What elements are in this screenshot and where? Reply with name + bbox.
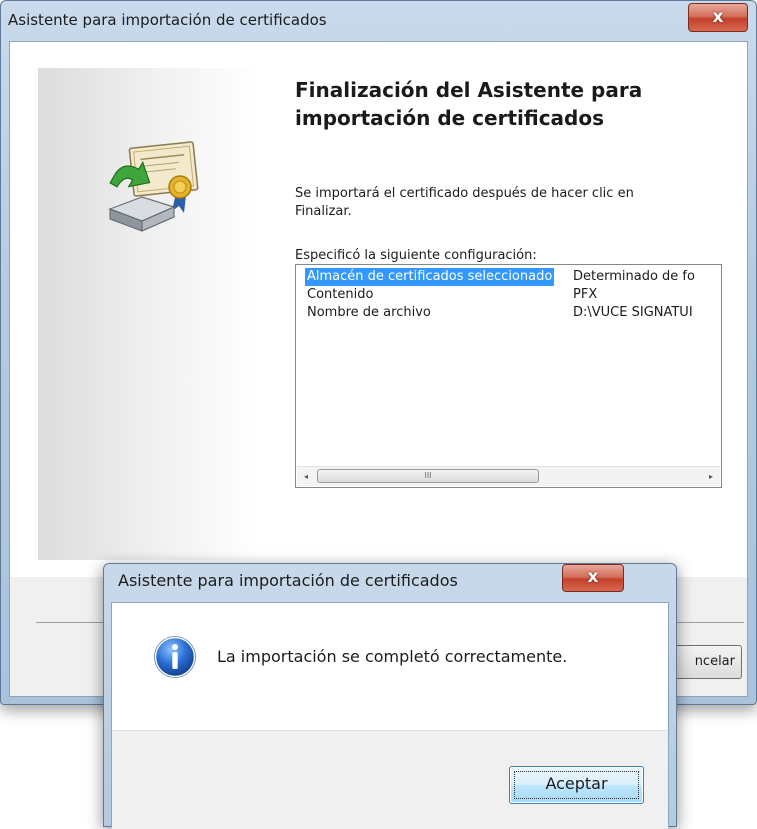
info-icon	[154, 636, 196, 678]
settings-list[interactable]: Almacén de certificados seleccionado Det…	[295, 264, 722, 488]
setting-value: Determinado de fo	[573, 269, 695, 284]
cancel-button[interactable]: ncelar	[669, 645, 742, 679]
setting-name: Contenido	[307, 287, 374, 302]
message-text: La importación se completó correctamente…	[217, 647, 568, 666]
focus-rectangle	[514, 771, 639, 799]
message-box: Asistente para importación de certificad…	[103, 563, 677, 829]
wizard-description-line-2: Finalizar.	[295, 204, 352, 219]
wizard-heading-line-1: Finalización del Asistente para	[295, 78, 643, 102]
close-icon: x	[712, 7, 724, 27]
setting-value: D:\VUCE SIGNATUI	[573, 305, 693, 320]
setting-value: PFX	[573, 287, 598, 302]
scroll-right-button[interactable]: ▸	[702, 467, 720, 486]
setting-name: Nombre de archivo	[307, 305, 431, 320]
grip-icon: III	[424, 471, 432, 480]
certificate-import-icon	[108, 141, 199, 232]
wizard-heading-line-2: importación de certificados	[295, 106, 605, 130]
scroll-left-button[interactable]: ◂	[297, 467, 315, 486]
arrow-left-icon: ◂	[303, 472, 308, 481]
wizard-heading: Finalización del Asistente para importac…	[295, 76, 715, 132]
horizontal-scrollbar[interactable]: ◂ III ▸	[297, 466, 720, 486]
config-label: Especificó la siguiente configuración:	[295, 248, 537, 263]
message-box-client-area: La importación se completó correctamente…	[111, 602, 669, 829]
message-box-close-button[interactable]: x	[562, 564, 624, 592]
close-icon: x	[587, 567, 599, 587]
wizard-close-button[interactable]: x	[688, 3, 748, 32]
ok-button[interactable]: Aceptar	[509, 766, 644, 804]
setting-name: Almacén de certificados seleccionado	[305, 268, 555, 286]
message-box-title: Asistente para importación de certificad…	[118, 571, 458, 590]
wizard-title: Asistente para importación de certificad…	[8, 11, 327, 29]
wizard-description: Se importará el certificado después de h…	[295, 185, 725, 221]
scroll-thumb[interactable]: III	[317, 469, 539, 483]
wizard-description-line-1: Se importará el certificado después de h…	[295, 186, 634, 201]
wizard-content-panel: Finalización del Asistente para importac…	[10, 42, 747, 577]
arrow-right-icon: ▸	[708, 472, 713, 481]
